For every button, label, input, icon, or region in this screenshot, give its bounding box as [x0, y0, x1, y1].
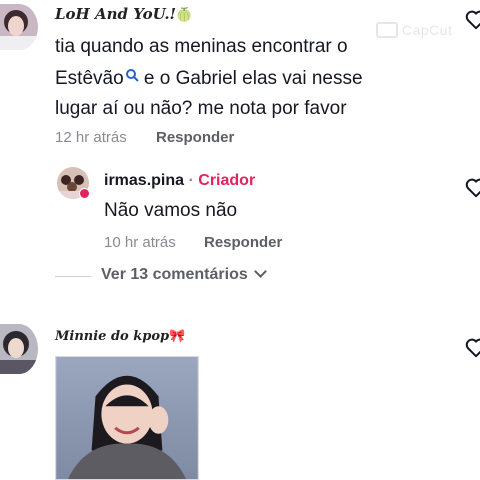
reply-button[interactable]: Responder [204, 234, 282, 251]
reply-header: irmas.pina · Criador [104, 172, 256, 189]
capcut-logo-icon [376, 22, 398, 38]
reply-button[interactable]: Responder [156, 129, 234, 146]
comment-time: 12 hr atrás [55, 129, 127, 146]
reply-username[interactable]: irmas.pina [104, 172, 184, 189]
capcut-watermark: CapCut [376, 22, 452, 38]
creator-check-icon [79, 188, 90, 199]
heart-icon[interactable] [465, 10, 480, 30]
mention-link[interactable]: Estêvão [55, 68, 124, 89]
reply-time: 10 hr atrás [104, 234, 176, 251]
photo-image [56, 357, 198, 479]
replies-divider [55, 276, 91, 277]
chevron-down-icon [253, 265, 267, 278]
avatar[interactable] [0, 324, 38, 374]
avatar-image [0, 324, 38, 374]
heart-icon[interactable] [465, 178, 480, 198]
search-icon[interactable] [125, 62, 139, 82]
heart-icon[interactable] [465, 338, 480, 358]
comment-username[interactable]: Minnie do kpop🎀 [55, 329, 185, 344]
comment-text: tia quando as meninas encontrar o Estêvã… [55, 36, 363, 119]
comment-photo[interactable] [55, 356, 199, 480]
reply-text: Não vamos não [104, 200, 238, 221]
view-more-replies-button[interactable]: Ver 13 comentários [101, 265, 267, 284]
avatar-image [0, 4, 38, 50]
avatar[interactable] [0, 4, 38, 50]
comment-username[interactable]: LoH And YoU.!🍈 [55, 5, 192, 23]
creator-badge: Criador [198, 172, 256, 189]
